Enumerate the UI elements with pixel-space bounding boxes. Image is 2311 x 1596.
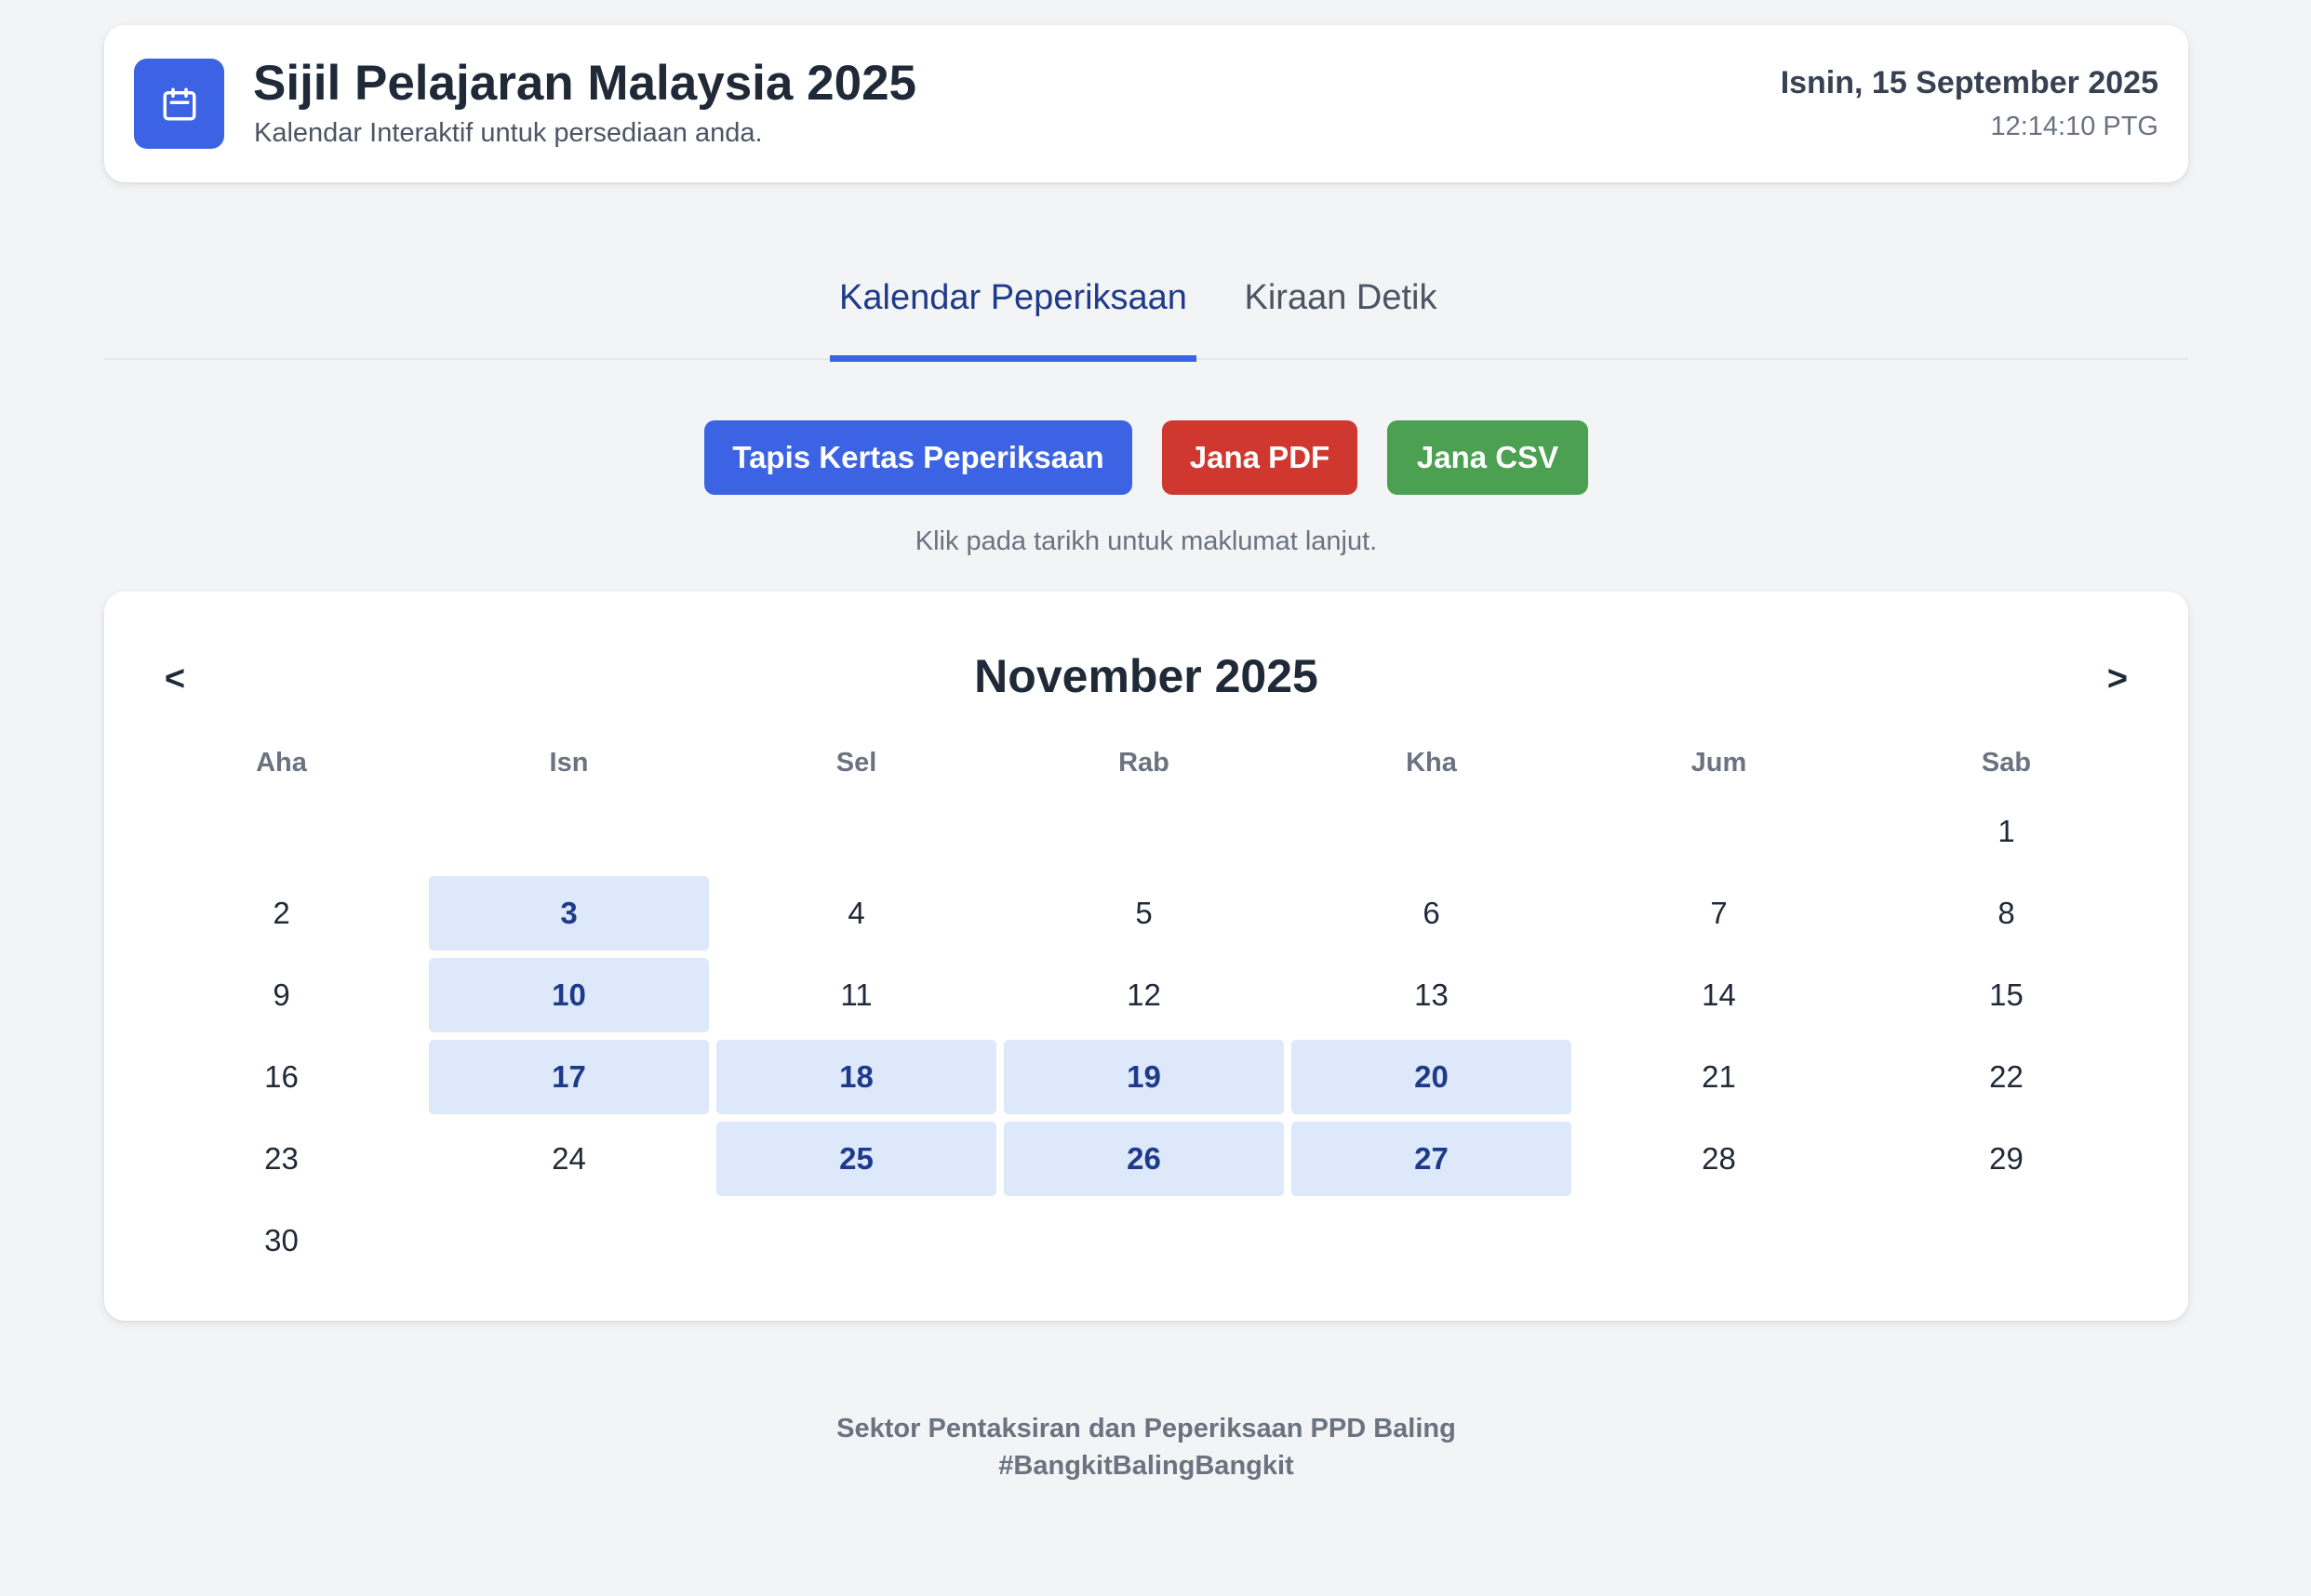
generate-csv-button[interactable]: Jana CSV [1387,420,1588,495]
calendar-icon [134,59,224,149]
day-cell-8[interactable]: 8 [1866,876,2146,951]
weekday-label: Sab [1981,748,2032,778]
exam-day-cell-19[interactable]: 19 [1004,1040,1284,1114]
current-date: Isnin, 15 September 2025 [1780,65,2158,100]
weekday-label: Aha [256,748,307,778]
page: Sijil Pelajaran Malaysia 2025 Kalendar I… [0,0,2311,1596]
exam-day-cell-17[interactable]: 17 [429,1040,709,1114]
day-cell-21[interactable]: 21 [1579,1040,1859,1114]
footer: Sektor Pentaksiran dan Peperiksaan PPD B… [0,1410,2292,1484]
calendar-empty-cell [1004,794,1284,869]
day-cell-14[interactable]: 14 [1579,958,1859,1032]
day-cell-7[interactable]: 7 [1579,876,1859,951]
calendar-empty-cell [1579,794,1859,869]
day-cell-9[interactable]: 9 [141,958,421,1032]
footer-hashtag: #BangkitBalingBangkit [998,1451,1294,1481]
day-cell-22[interactable]: 22 [1866,1040,2146,1114]
day-cell-29[interactable]: 29 [1866,1122,2146,1196]
day-cell-24[interactable]: 24 [429,1122,709,1196]
tab-bar: Kalendar Peperiksaan Kiraan Detik [104,237,2188,362]
hint-text: Klik pada tarikh untuk maklumat lanjut. [915,526,1378,556]
exam-day-cell-27[interactable]: 27 [1291,1122,1571,1196]
month-title: November 2025 [974,650,1318,702]
current-time: 12:14:10 PTG [1990,112,2158,141]
weekday-label: Jum [1690,748,1747,778]
calendar-day-grid: 1 2 3 4 5 6 7 8 9 10 11 12 13 14 15 16 17 18 19 20 21 22 23 24 2… [141,794,2146,1278]
generate-pdf-button[interactable]: Jana PDF [1162,420,1357,495]
day-cell-2[interactable]: 2 [141,876,421,951]
calendar-empty-cell [1291,794,1571,869]
weekday-label: Isn [549,748,589,778]
page-title: Sijil Pelajaran Malaysia 2025 [253,56,917,111]
day-cell-13[interactable]: 13 [1291,958,1571,1032]
day-cell-16[interactable]: 16 [141,1040,421,1114]
exam-day-cell-10[interactable]: 10 [429,958,709,1032]
exam-day-cell-25[interactable]: 25 [716,1122,996,1196]
day-cell-30[interactable]: 30 [141,1204,421,1278]
weekday-label: Rab [1118,748,1169,778]
calendar-card: < November 2025 > Aha Isn Sel Rab Kha Ju… [104,592,2188,1321]
footer-organization: Sektor Pentaksiran dan Peperiksaan PPD B… [836,1414,1456,1443]
day-cell-15[interactable]: 15 [1866,958,2146,1032]
next-month-button[interactable]: > [2090,651,2145,707]
day-cell-11[interactable]: 11 [716,958,996,1032]
weekday-label: Sel [835,748,877,778]
filter-papers-button[interactable]: Tapis Kertas Peperiksaan [704,420,1132,495]
day-cell-1[interactable]: 1 [1866,794,2146,869]
day-cell-6[interactable]: 6 [1291,876,1571,951]
page-subtitle: Kalendar Interaktif untuk persediaan and… [254,118,763,148]
calendar-empty-cell [141,794,421,869]
tab-countdown[interactable]: Kiraan Detik [1237,237,1444,359]
day-cell-4[interactable]: 4 [716,876,996,951]
exam-day-cell-18[interactable]: 18 [716,1040,996,1114]
header-card: Sijil Pelajaran Malaysia 2025 Kalendar I… [104,25,2188,182]
exam-day-cell-20[interactable]: 20 [1291,1040,1571,1114]
day-cell-28[interactable]: 28 [1579,1122,1859,1196]
day-cell-23[interactable]: 23 [141,1122,421,1196]
exam-day-cell-26[interactable]: 26 [1004,1122,1284,1196]
calendar-empty-cell [429,794,709,869]
calendar-empty-cell [716,794,996,869]
day-cell-12[interactable]: 12 [1004,958,1284,1032]
exam-day-cell-3[interactable]: 3 [429,876,709,951]
day-cell-5[interactable]: 5 [1004,876,1284,951]
tab-exam-calendar[interactable]: Kalendar Peperiksaan [830,237,1196,362]
weekday-label: Kha [1406,748,1457,778]
weekday-header-row: Aha Isn Sel Rab Kha Jum Sab [141,748,2146,785]
